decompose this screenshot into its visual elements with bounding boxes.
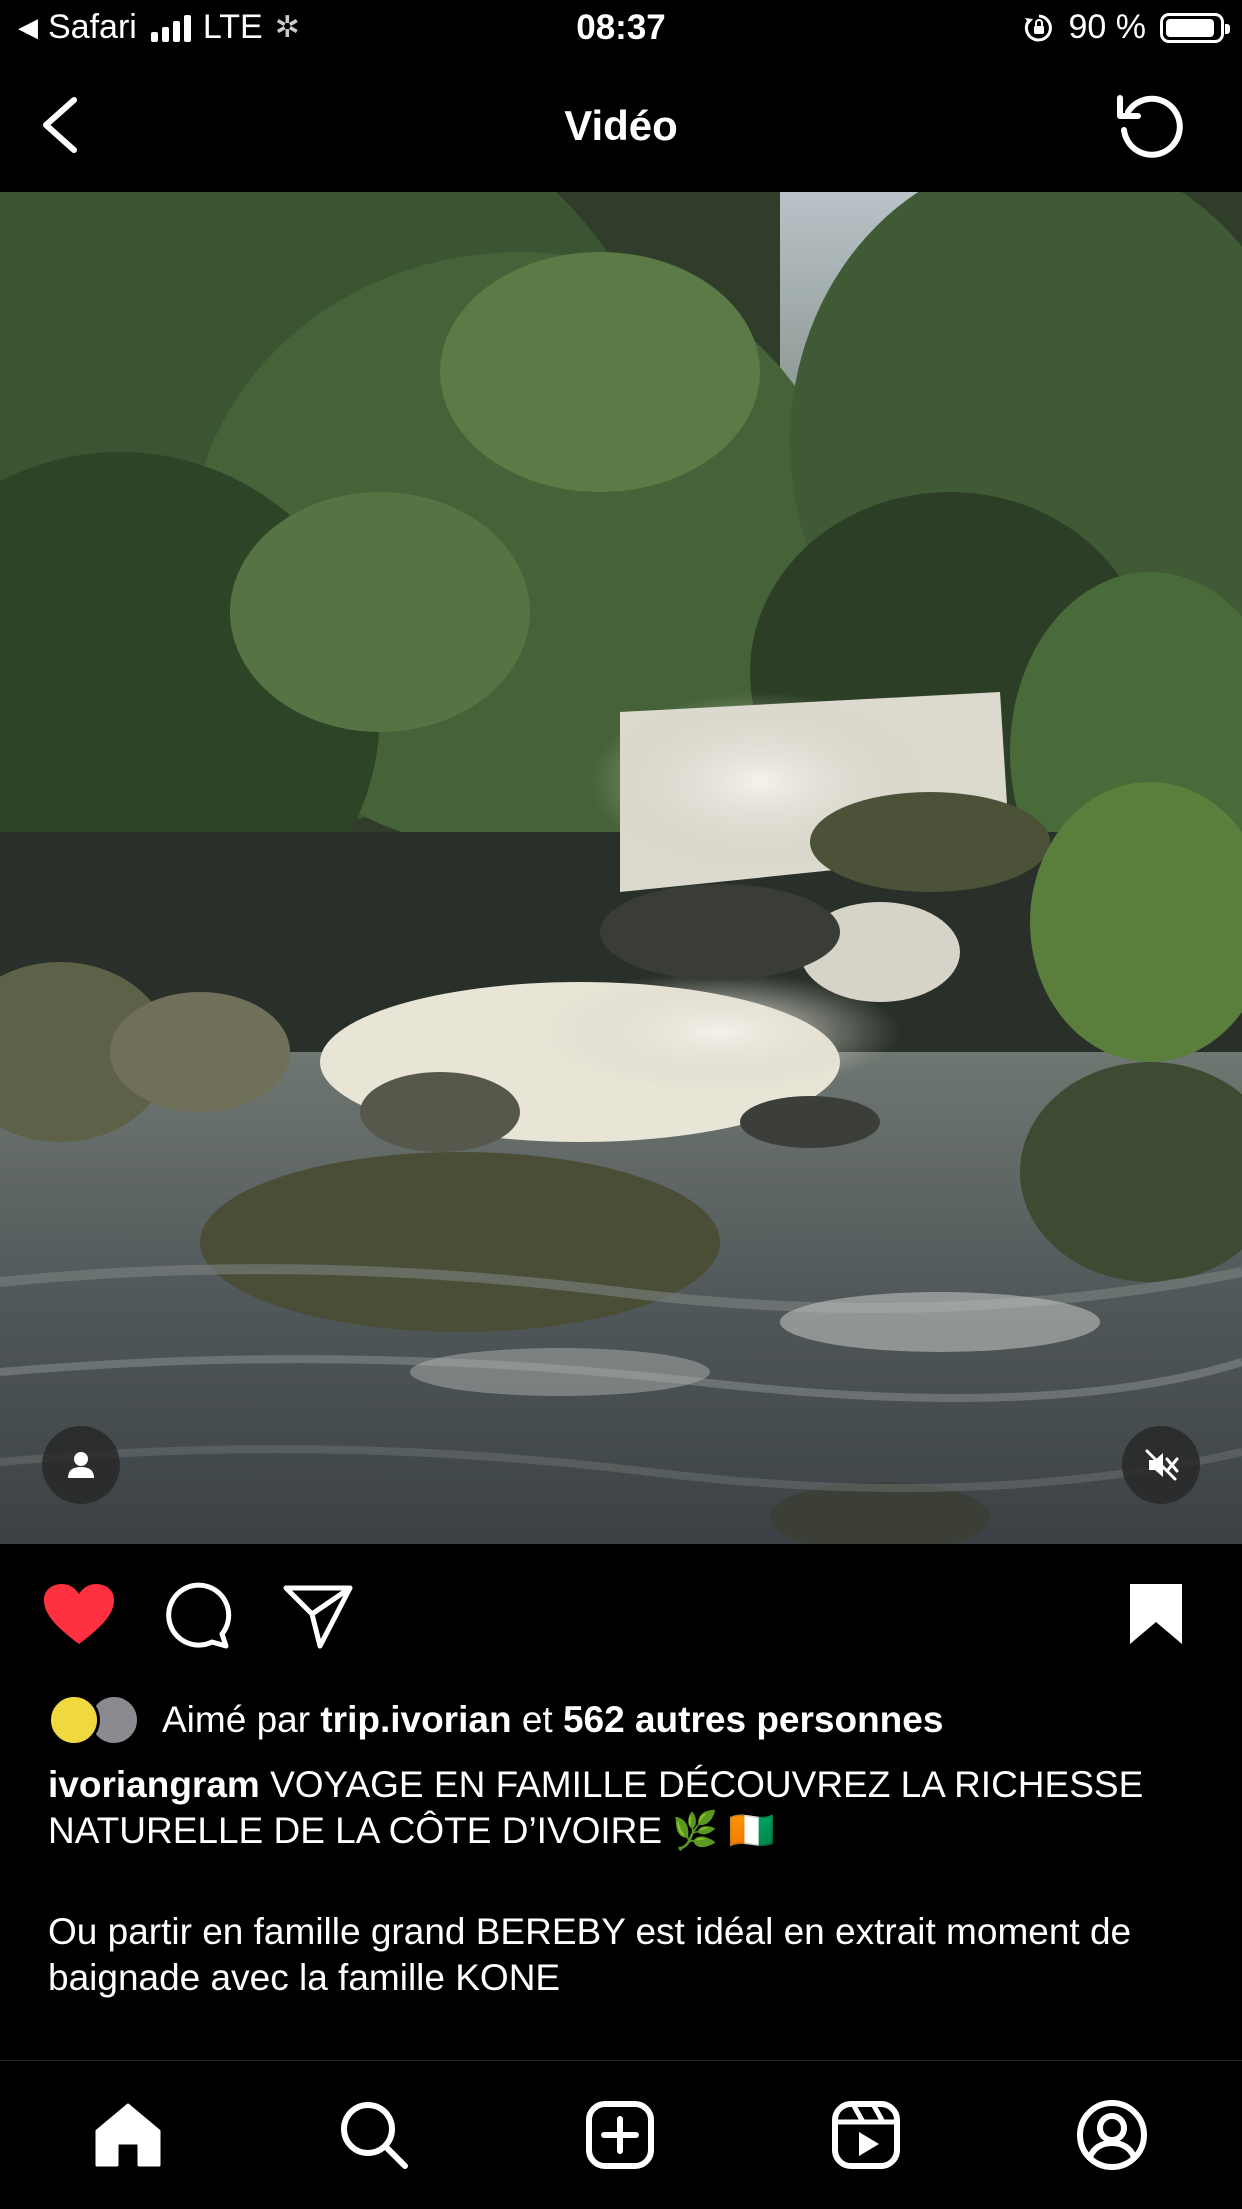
post-caption: ivoriangram VOYAGE EN FAMILLE DÉCOUVREZ … xyxy=(48,1762,1198,1854)
orientation-lock-icon xyxy=(1024,14,1052,41)
comment-icon[interactable] xyxy=(162,1582,232,1652)
person-icon xyxy=(68,1452,94,1478)
tab-home[interactable] xyxy=(90,2097,166,2173)
likes-count[interactable]: 562 autres personnes xyxy=(563,1699,943,1741)
page-title: Vidéo xyxy=(564,102,678,149)
tab-create[interactable] xyxy=(582,2097,658,2173)
speaker-muted-icon xyxy=(1145,1449,1179,1481)
tab-bar xyxy=(0,2060,1242,2209)
tab-reels[interactable] xyxy=(828,2097,904,2173)
search-icon xyxy=(341,2102,408,2169)
nav-bar: Vidéo xyxy=(0,62,1242,192)
tab-search[interactable] xyxy=(336,2097,412,2173)
post-username[interactable]: ivoriangram xyxy=(48,1764,260,1805)
post-actions xyxy=(0,1572,1242,1662)
heart-filled-icon[interactable] xyxy=(42,1582,116,1648)
liker-avatars xyxy=(48,1692,148,1748)
create-icon xyxy=(586,2101,654,2169)
bookmark-filled-icon[interactable] xyxy=(1126,1582,1186,1648)
battery-percent: 90 % xyxy=(1068,8,1147,46)
battery-icon xyxy=(1160,12,1230,43)
tagged-people-button[interactable] xyxy=(42,1426,120,1504)
video-frame-waterfall xyxy=(0,192,1242,1544)
avatar xyxy=(48,1694,100,1746)
video-player[interactable] xyxy=(0,192,1242,1544)
tab-profile[interactable] xyxy=(1074,2097,1150,2173)
status-bar: ◀ Safari LTE ✲ 08:37 90 % xyxy=(0,0,1242,62)
profile-icon xyxy=(1077,2100,1147,2170)
paper-plane-icon[interactable] xyxy=(282,1582,354,1652)
mute-button[interactable] xyxy=(1122,1426,1200,1504)
home-icon xyxy=(95,2103,161,2167)
refresh-icon[interactable] xyxy=(1114,90,1186,162)
likes-summary[interactable]: Aimé par trip.ivorian et 562 autres pers… xyxy=(48,1692,943,1748)
likes-connector: et xyxy=(521,1699,553,1740)
likes-prefix: Aimé par xyxy=(162,1699,311,1740)
liker-username[interactable]: trip.ivorian xyxy=(320,1699,511,1741)
status-right: 90 % xyxy=(1023,8,1230,47)
caption-body: Ou partir en famille grand BEREBY est id… xyxy=(48,1911,1132,1998)
reels-icon xyxy=(832,2101,900,2169)
